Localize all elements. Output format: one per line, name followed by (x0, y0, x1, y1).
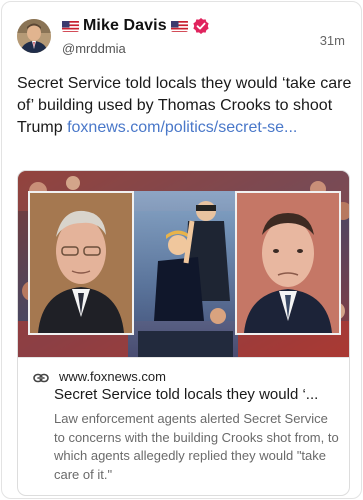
post-card[interactable]: Mike Davis @mrddmia 31m Secret Service t… (1, 1, 362, 499)
us-flag-icon (170, 20, 188, 32)
us-flag-icon (62, 20, 79, 32)
link-preview-card[interactable]: www.foxnews.com Secret Service told loca… (17, 170, 350, 496)
link-title: Secret Service told locals they would ‘.… (54, 386, 319, 403)
link-description: Law enforcement agents alerted Secret Se… (54, 411, 339, 482)
post-text: Secret Service told locals they would ‘t… (17, 73, 352, 139)
link-domain-row: www.foxnews.com (33, 369, 166, 384)
link-icon (33, 371, 49, 383)
author-display-name[interactable]: Mike Davis (83, 17, 167, 35)
post-timestamp[interactable]: 31m (320, 33, 345, 48)
author-name-row: Mike Davis (62, 17, 210, 35)
link-preview-image[interactable] (18, 171, 349, 357)
avatar[interactable] (17, 19, 51, 53)
author-handle[interactable]: @mrddmia (62, 41, 126, 56)
link-preview-meta[interactable]: www.foxnews.com Secret Service told loca… (18, 357, 349, 495)
post-link[interactable]: foxnews.com/politics/secret-se... (67, 119, 297, 136)
link-domain: www.foxnews.com (59, 369, 166, 384)
verified-badge-icon (192, 17, 210, 35)
